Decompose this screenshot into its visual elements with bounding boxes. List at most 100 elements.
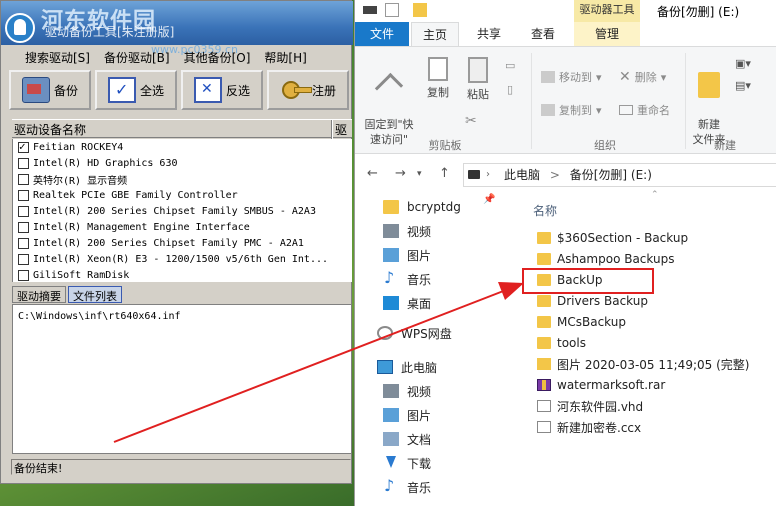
nav-item-this-pc[interactable]: 此电脑 <box>377 356 437 378</box>
tab-driver-summary[interactable]: 驱动摘要 <box>12 286 66 303</box>
paste-shortcut-icon[interactable]: ▯ <box>507 83 513 96</box>
nav-label: bcryptdg <box>407 200 461 214</box>
list-item[interactable]: Intel(R) Management Engine Interface <box>13 219 352 235</box>
column-header-name[interactable]: 名称 <box>533 202 557 219</box>
pictures-folder-icon <box>383 408 399 422</box>
checkbox[interactable] <box>18 237 29 249</box>
column-device-name[interactable]: 驱动设备名称 <box>14 121 86 138</box>
tab-home[interactable]: 主页 <box>411 22 459 46</box>
nav-label: 音乐 <box>407 272 432 287</box>
delete-button[interactable]: ✕ 删除 ▾ <box>619 69 666 85</box>
recent-chevron-down-icon[interactable]: ▾ <box>417 169 422 179</box>
register-button[interactable]: 注册 <box>267 70 349 110</box>
easy-access-icon[interactable]: ▤▾ <box>735 79 751 92</box>
driver-name: Intel(R) 200 Series Chipset Family SMBUS… <box>33 205 316 217</box>
nav-item-music[interactable]: 音乐 <box>383 268 431 290</box>
list-item[interactable]: Intel(R) 200 Series Chipset Family PMC -… <box>13 235 352 251</box>
breadcrumb-chevron-icon[interactable]: › <box>486 164 490 186</box>
checkbox[interactable] <box>18 140 29 153</box>
checkbox[interactable] <box>18 221 29 233</box>
navigation-pane: bcryptdg 📌 视频 图片 音乐 桌面 WPS网盘 此电脑 视频 图片 文… <box>355 190 511 506</box>
invert-selection-button[interactable]: 反选 <box>181 70 263 110</box>
move-to-button[interactable]: 移动到 ▾ <box>541 69 602 85</box>
list-item[interactable]: 英特尔(R) 显示音频 <box>13 171 352 187</box>
properties-icon[interactable] <box>385 3 399 17</box>
nav-item-pc-music[interactable]: 音乐 <box>383 476 431 498</box>
file-row[interactable]: 图片 2020-03-05 11;49;05 (完整) <box>537 354 749 374</box>
backup-button[interactable]: 备份 <box>9 70 91 110</box>
file-name: $360Section - Backup <box>557 231 689 245</box>
sort-chevron-up-icon[interactable]: ⌃ <box>651 190 659 200</box>
checkbox[interactable] <box>18 269 29 281</box>
driver-backup-window: 河东软件园 驱动备份工具[未注册版] www.pc0359.cn 搜索驱动[S]… <box>0 0 353 484</box>
new-item-icon[interactable]: ▣▾ <box>735 57 751 70</box>
nav-item-videos[interactable]: 视频 <box>383 220 431 242</box>
file-row[interactable]: Ashampoo Backups <box>537 249 674 269</box>
list-item[interactable]: GiliSoft RamDisk <box>13 267 352 282</box>
rename-button[interactable]: 重命名 <box>619 102 670 118</box>
file-row[interactable]: 河东软件园.vhd <box>537 396 643 416</box>
paste-button[interactable]: 粘贴 <box>463 57 493 102</box>
checkbox[interactable] <box>18 205 29 217</box>
list-item[interactable]: Realtek PCIe GBE Family Controller <box>13 187 352 203</box>
file-row[interactable]: $360Section - Backup <box>537 228 688 248</box>
nav-item-pc-downloads[interactable]: 下载 <box>383 452 431 474</box>
nav-item-pc-documents[interactable]: 文档 <box>383 428 431 450</box>
list-item[interactable]: Intel(R) HD Graphics 630 <box>13 155 352 171</box>
list-item[interactable]: Intel(R) Xeon(R) E3 - 1200/1500 v5/6th G… <box>13 251 352 267</box>
nav-item-pc-pictures[interactable]: 图片 <box>383 404 431 426</box>
menu-search-drivers[interactable]: 搜索驱动[S] <box>21 47 94 67</box>
column-separator[interactable] <box>331 120 333 139</box>
address-row: ← → ▾ ↑ › 此电脑 > 备份[勿删] (E:) <box>355 160 776 188</box>
select-all-button[interactable]: 全选 <box>95 70 177 110</box>
tab-view[interactable]: 查看 <box>517 22 569 46</box>
file-row[interactable]: Drivers Backup <box>537 291 648 311</box>
tab-file-list[interactable]: 文件列表 <box>68 286 122 303</box>
documents-folder-icon <box>383 432 399 446</box>
up-arrow-icon[interactable]: ↑ <box>439 166 450 181</box>
nav-item-pictures[interactable]: 图片 <box>383 244 431 266</box>
delete-label: 删除 <box>634 71 657 84</box>
list-item[interactable]: Feitian ROCKEY4 <box>13 139 352 155</box>
copy-to-button[interactable]: 复制到 ▾ <box>541 102 602 118</box>
driver-name: 英特尔(R) 显示音频 <box>33 175 128 187</box>
breadcrumb-this-pc[interactable]: 此电脑 <box>504 168 540 182</box>
context-tab-drive-tools: 驱动器工具 <box>574 0 640 22</box>
file-path[interactable]: C:\Windows\inf\rt640x64.inf <box>18 311 181 322</box>
menu-help[interactable]: 帮助[H] <box>260 47 310 67</box>
checkbox[interactable] <box>18 189 29 201</box>
file-row[interactable]: tools <box>537 333 586 353</box>
window-title: 备份[勿删] (E:) <box>657 5 740 19</box>
checkmark-icon <box>107 77 136 103</box>
menu-backup-drivers[interactable]: 备份驱动[B] <box>100 47 174 67</box>
menu-other-backup[interactable]: 其他备份[O] <box>180 47 255 67</box>
tab-share[interactable]: 共享 <box>463 22 515 46</box>
pin-quick-access-button[interactable]: 固定到"快 速访问" <box>359 57 419 147</box>
tab-manage[interactable]: 管理 <box>574 22 640 46</box>
breadcrumb-separator[interactable]: > <box>544 168 566 182</box>
nav-item-desktop[interactable]: 桌面 <box>383 292 431 314</box>
copy-button[interactable]: 复制 <box>423 57 453 100</box>
copy-label: 复制 <box>427 86 449 99</box>
breadcrumb-drive[interactable]: 备份[勿删] (E:) <box>570 168 652 182</box>
checkbox[interactable] <box>18 173 29 185</box>
checkbox[interactable] <box>18 157 29 169</box>
file-row[interactable]: watermarksoft.rar <box>537 375 665 395</box>
nav-item-bcryptdg[interactable]: bcryptdg <box>383 196 461 218</box>
nav-item-wps-cloud[interactable]: WPS网盘 <box>377 322 452 344</box>
new-folder-icon[interactable] <box>413 3 427 17</box>
file-row[interactable]: MCsBackup <box>537 312 626 332</box>
navigation-scrollbar[interactable] <box>512 190 524 506</box>
file-row[interactable]: 新建加密卷.ccx <box>537 417 641 437</box>
copy-path-icon[interactable]: ▭ <box>505 59 515 72</box>
new-folder-button[interactable]: 新建 文件夹 <box>689 57 729 147</box>
nav-item-pc-videos[interactable]: 视频 <box>383 380 431 402</box>
cut-icon[interactable]: ✂ <box>465 113 477 129</box>
list-item[interactable]: Intel(R) 200 Series Chipset Family SMBUS… <box>13 203 352 219</box>
checkbox[interactable] <box>18 253 29 265</box>
back-arrow-icon[interactable]: ← <box>367 166 378 181</box>
forward-arrow-icon[interactable]: → <box>395 166 406 181</box>
address-bar[interactable]: › 此电脑 > 备份[勿删] (E:) <box>463 163 776 187</box>
tab-file[interactable]: 文件 <box>355 22 409 46</box>
desktop-folder-icon <box>383 296 399 310</box>
